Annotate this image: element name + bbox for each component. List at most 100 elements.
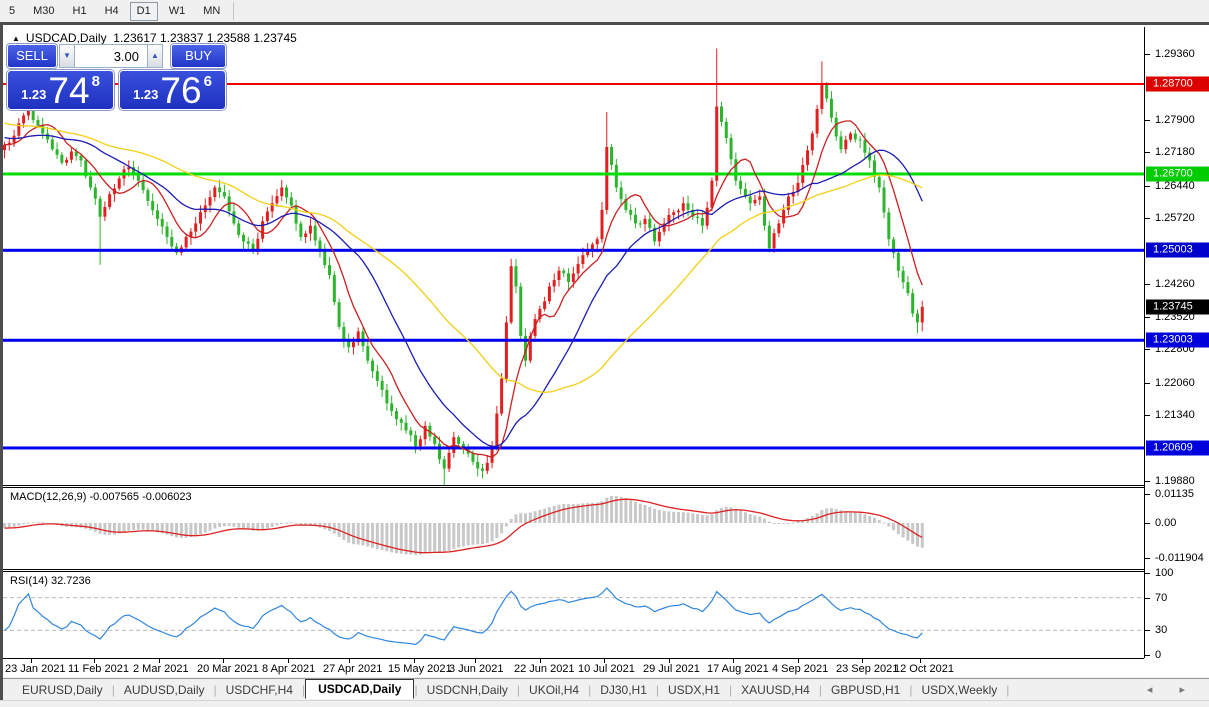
candle-body [758,196,761,199]
candle-body [730,138,733,159]
horizontal-levels-layer [3,83,1144,449]
macd-bar [519,513,522,523]
macd-bar [290,523,293,524]
macd-bar [180,523,183,538]
macd-bar [691,513,694,523]
toolbar-separator [233,2,234,20]
tab-gbpusd-h1[interactable]: GBPUSD,H1 [822,681,909,699]
price-tick-mark [1145,481,1150,482]
volume-decrease-button[interactable]: ▼ [59,44,75,68]
timeframe-button-h1[interactable]: H1 [66,2,94,21]
candle-body [280,187,283,196]
macd-bar [849,512,852,523]
macd-bar [17,523,20,526]
candle-body [247,241,250,243]
candle-body [682,203,685,211]
price-level-badge: 1.20609 [1146,440,1209,455]
candle-body [605,147,608,210]
candle-body [65,160,68,163]
macd-bar [151,523,154,531]
candle-body [290,197,293,205]
tab-usdcnh-daily[interactable]: USDCNH,Daily [418,681,517,699]
macd-bar [132,523,135,530]
macd-bar [844,511,847,523]
macd-bar [280,523,283,524]
macd-bar [103,523,106,535]
candle-body [275,196,278,203]
pane-divider [3,569,1144,570]
macd-bar [682,512,685,523]
volume-increase-button[interactable]: ▲ [147,44,163,68]
candle-body [199,212,202,223]
timeframe-button-w1[interactable]: W1 [162,2,193,21]
macd-bar [409,523,412,555]
tab-scroll-arrows[interactable]: ◂ ▸ [1147,683,1197,696]
tab-usdcad-daily[interactable]: USDCAD,Daily [305,679,414,699]
candle-body [859,139,862,140]
macd-bar [773,523,776,524]
macd-bar [553,506,556,523]
macd-bar [13,523,16,527]
tab-usdchf-h4[interactable]: USDCHF,H4 [217,681,302,699]
timeframe-button-mn[interactable]: MN [196,2,227,21]
rsi-tick-label: 0 [1155,649,1161,661]
macd-bar [41,522,44,523]
price-tick-label: 1.27900 [1155,114,1195,126]
candle-body [921,307,924,323]
buy-price-point: 6 [204,73,212,90]
macd-bar [634,502,637,523]
tab-usdx-weekly[interactable]: USDX,Weekly [912,681,1006,699]
candle-body [118,178,121,188]
candle-body [166,227,169,237]
candle-body [548,286,551,301]
macd-tick-mark [1145,523,1150,524]
sell-price-display[interactable]: 1.23 74 8 [7,70,114,110]
candle-body [295,205,298,223]
price-tick-label: 1.22060 [1155,377,1195,389]
date-label: 15 May 2021 [388,663,452,675]
timeframe-button-h4[interactable]: H4 [98,2,126,21]
timeframe-button-5[interactable]: 5 [2,2,22,21]
macd-bar [792,522,795,523]
macd-bar [653,509,656,523]
rsi-label: RSI(14) 32.7236 [10,575,91,587]
timeframe-button-d1[interactable]: D1 [130,2,158,21]
candle-body [806,150,809,165]
rsi-tick-mark [1145,630,1150,631]
rsi-tick-label: 30 [1155,624,1167,636]
candle-body [342,327,345,340]
date-label: 20 Mar 2021 [197,663,259,675]
candle-body [883,187,886,212]
sell-button[interactable]: SELL [7,44,57,68]
candle-body [60,155,63,163]
macd-bar [204,523,207,533]
buy-button[interactable]: BUY [171,44,226,68]
tab-dj30-h1[interactable]: DJ30,H1 [591,681,656,699]
tab-xauusd-h4[interactable]: XAUUSD,H4 [732,681,819,699]
price-tick-mark [1145,284,1150,285]
candle-body [366,346,369,361]
macd-tick-mark [1145,494,1150,495]
candle-body [266,212,269,222]
sell-price-point: 8 [92,73,100,90]
macd-bar [366,523,369,547]
timeframe-button-m30[interactable]: M30 [26,2,61,21]
rsi-pane[interactable] [3,571,1144,658]
tab-usdx-h1[interactable]: USDX,H1 [659,681,729,699]
candle-body [218,187,221,192]
macd-bar [562,504,565,523]
rsi-tick-label: 70 [1155,592,1167,604]
tab-audusd-daily[interactable]: AUDUSD,Daily [115,681,214,699]
tab-ukoil-h4[interactable]: UKOil,H4 [520,681,588,699]
volume-input[interactable] [75,44,147,68]
macd-bar [763,519,766,523]
macd-bar [739,510,742,523]
macd-bar [749,514,752,523]
tab-eurusd-daily[interactable]: EURUSD,Daily [13,681,112,699]
macd-bar [419,523,422,555]
macd-bar [624,498,627,523]
buy-price-display[interactable]: 1.23 76 6 [119,70,226,110]
candle-body [79,156,82,160]
candle-body [830,99,833,118]
macd-bar [486,523,489,543]
